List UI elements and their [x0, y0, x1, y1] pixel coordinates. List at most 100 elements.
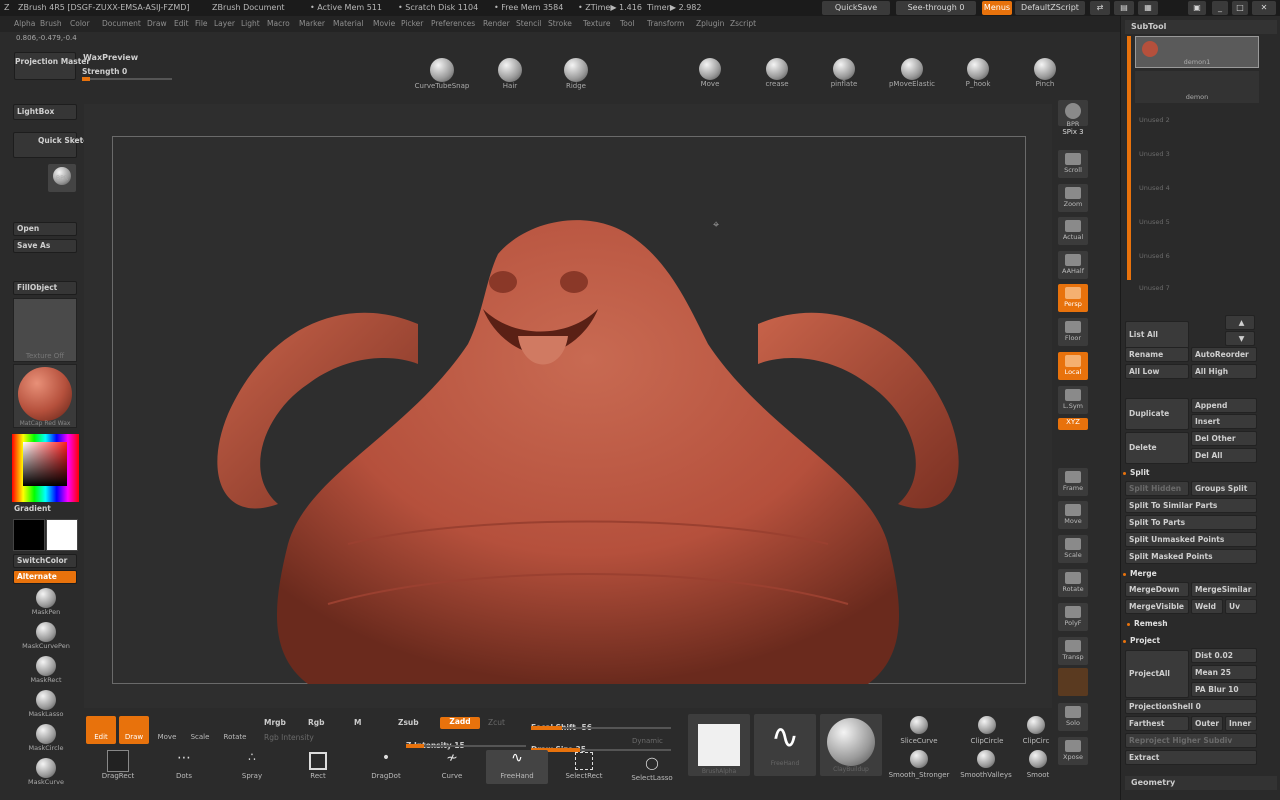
polyf-button[interactable]: PolyF — [1058, 603, 1088, 631]
arrow-up-icon[interactable]: ▲ — [1225, 315, 1255, 330]
menu-zscript[interactable]: Zscript — [730, 16, 756, 32]
menu-picker[interactable]: Picker — [401, 16, 423, 32]
stroke-spray[interactable]: ∴ Spray — [232, 750, 272, 780]
brush-p-hook[interactable]: P_hook — [958, 58, 998, 88]
brush-smoot[interactable]: Smoot — [1024, 750, 1052, 779]
strength-slider[interactable]: Strength 0 — [82, 67, 172, 81]
split-parts-button[interactable]: Split To Parts — [1125, 515, 1257, 530]
texture-slot[interactable]: Texture Off — [13, 298, 77, 362]
gradient-toggle[interactable]: Gradient — [14, 504, 51, 513]
alternate-button[interactable]: Alternate — [13, 570, 77, 584]
focal-shift-slider[interactable]: Focal Shift -56 — [531, 715, 671, 732]
brush-pinch[interactable]: Pinch — [1025, 58, 1065, 88]
material-slot[interactable]: MatCap Red Wax — [13, 364, 77, 428]
subtool-item-unused4[interactable]: Unused 4 — [1139, 184, 1170, 192]
frame-button[interactable]: Frame — [1058, 468, 1088, 496]
close-icon[interactable]: ✕ — [1252, 1, 1276, 15]
remesh-section[interactable]: Remesh — [1127, 619, 1168, 628]
projection-master-button[interactable]: Projection Master — [14, 52, 90, 80]
mean-slider[interactable]: Mean 25 — [1191, 665, 1257, 680]
stroke-dots[interactable]: ⋯ Dots — [164, 750, 204, 780]
split-hidden-button[interactable]: Split Hidden — [1125, 481, 1189, 496]
maskcircle-brush[interactable]: MaskCircle — [18, 724, 74, 752]
projectall-button[interactable]: ProjectAll — [1125, 650, 1189, 698]
m-button[interactable]: M — [354, 718, 361, 727]
actual-button[interactable]: Actual — [1058, 217, 1088, 245]
menu-material[interactable]: Material — [333, 16, 363, 32]
brush-slicecurve[interactable]: SliceCurve — [894, 716, 944, 745]
maximize-icon[interactable]: □ — [1232, 1, 1248, 15]
dynamic-button[interactable]: Dynamic — [632, 737, 663, 745]
reproject-button[interactable]: Reproject Higher Subdiv — [1125, 733, 1257, 748]
brush-crease[interactable]: crease — [757, 58, 797, 88]
zcut-button[interactable]: Zcut — [488, 718, 505, 727]
waxpreview-button[interactable]: WaxPreview — [83, 53, 138, 62]
subtool-item-unused6[interactable]: Unused 6 — [1139, 252, 1170, 260]
groups-split-button[interactable]: Groups Split — [1191, 481, 1257, 496]
rgb-button[interactable]: Rgb — [308, 718, 325, 727]
brush-ridge[interactable]: Ridge — [556, 58, 596, 90]
maskpen-brush[interactable]: MaskPen — [18, 588, 74, 616]
brush-clipcirc[interactable]: ClipCirc — [1020, 716, 1052, 745]
duplicate-button[interactable]: Duplicate — [1125, 398, 1189, 430]
merge-section[interactable]: Merge — [1123, 569, 1157, 578]
brush-hair[interactable]: Hair — [490, 58, 530, 90]
brush-thumbnail[interactable]: ClayBuildup — [820, 714, 882, 776]
xpose-button[interactable]: Xpose — [1058, 737, 1088, 765]
menu-document[interactable]: Document — [102, 16, 141, 32]
mergesimilar-button[interactable]: MergeSimilar — [1191, 582, 1257, 597]
switchcolor-button[interactable]: SwitchColor — [13, 554, 77, 568]
subtool-item-demon1[interactable]: demon1 — [1135, 36, 1259, 68]
ghost-button[interactable] — [1058, 668, 1088, 696]
arrows-icon[interactable]: ⇄ — [1090, 1, 1110, 15]
edit-button[interactable]: Edit — [86, 716, 116, 744]
brush-clipcircle[interactable]: ClipCircle — [962, 716, 1012, 745]
subtool-item-unused2[interactable]: Unused 2 — [1139, 116, 1170, 124]
stroke-rect[interactable]: Rect — [298, 750, 338, 780]
split-section[interactable]: Split — [1123, 468, 1150, 477]
menu-stroke[interactable]: Stroke — [548, 16, 572, 32]
zoom-button[interactable]: Zoom — [1058, 184, 1088, 212]
maskcurve-brush[interactable]: MaskCurve — [18, 758, 74, 786]
main-color-swatch[interactable] — [46, 519, 78, 551]
menu-brush[interactable]: Brush — [40, 16, 62, 32]
quicksave-button[interactable]: QuickSave — [822, 1, 890, 15]
secondary-color-swatch[interactable] — [13, 519, 45, 551]
subtool-scrollbar[interactable] — [1127, 36, 1131, 280]
uv-button[interactable]: Uv — [1225, 599, 1257, 614]
open-button[interactable]: Open — [13, 222, 77, 236]
bpr-button[interactable]: BPR — [1058, 100, 1088, 128]
menu-marker[interactable]: Marker — [299, 16, 325, 32]
maskcurvepen-brush[interactable]: MaskCurvePen — [18, 622, 74, 650]
zadd-button[interactable]: Zadd — [440, 717, 480, 729]
menu-stencil[interactable]: Stencil — [516, 16, 541, 32]
menu-color[interactable]: Color — [70, 16, 90, 32]
lightbox-button[interactable]: LightBox — [13, 104, 77, 120]
solo-button[interactable]: Solo — [1058, 703, 1088, 731]
brush-pmoveelastic[interactable]: pMoveElastic — [882, 58, 942, 88]
rename-button[interactable]: Rename — [1125, 347, 1189, 362]
extract-button[interactable]: Extract — [1125, 750, 1257, 765]
save-as-button[interactable]: Save As — [13, 239, 77, 253]
z-intensity-slider[interactable]: Z Intensity 15 — [406, 733, 526, 750]
del-all-button[interactable]: Del All — [1191, 448, 1257, 463]
list-all-button[interactable]: List All — [1125, 321, 1189, 349]
subtool-item-demon[interactable]: demon — [1135, 71, 1259, 103]
menu-movie[interactable]: Movie — [373, 16, 395, 32]
bpr-render-button[interactable]: BPR — [48, 164, 76, 192]
stroke-freehand[interactable]: ∿ FreeHand — [486, 750, 548, 784]
rgb-intensity-slider[interactable]: Rgb Intensity — [264, 733, 314, 742]
document-canvas[interactable]: ⌖ — [84, 104, 1052, 708]
layout2-icon[interactable]: ▦ — [1138, 1, 1158, 15]
brush-curvetubesnap[interactable]: CurveTubeSnap — [412, 58, 472, 90]
arrow-down-icon[interactable]: ▼ — [1225, 331, 1255, 346]
lsym-button[interactable]: L.Sym — [1058, 386, 1088, 414]
aahalf-button[interactable]: AAHalf — [1058, 251, 1088, 279]
stroke-selectlasso[interactable]: ◯ SelectLasso — [630, 756, 674, 782]
move-button[interactable]: Move — [152, 716, 182, 744]
weld-button[interactable]: Weld — [1191, 599, 1223, 614]
scroll-button[interactable]: Scroll — [1058, 150, 1088, 178]
stroke-dragrect[interactable]: DragRect — [98, 750, 138, 780]
menu-light[interactable]: Light — [241, 16, 260, 32]
all-low-button[interactable]: All Low — [1125, 364, 1189, 379]
